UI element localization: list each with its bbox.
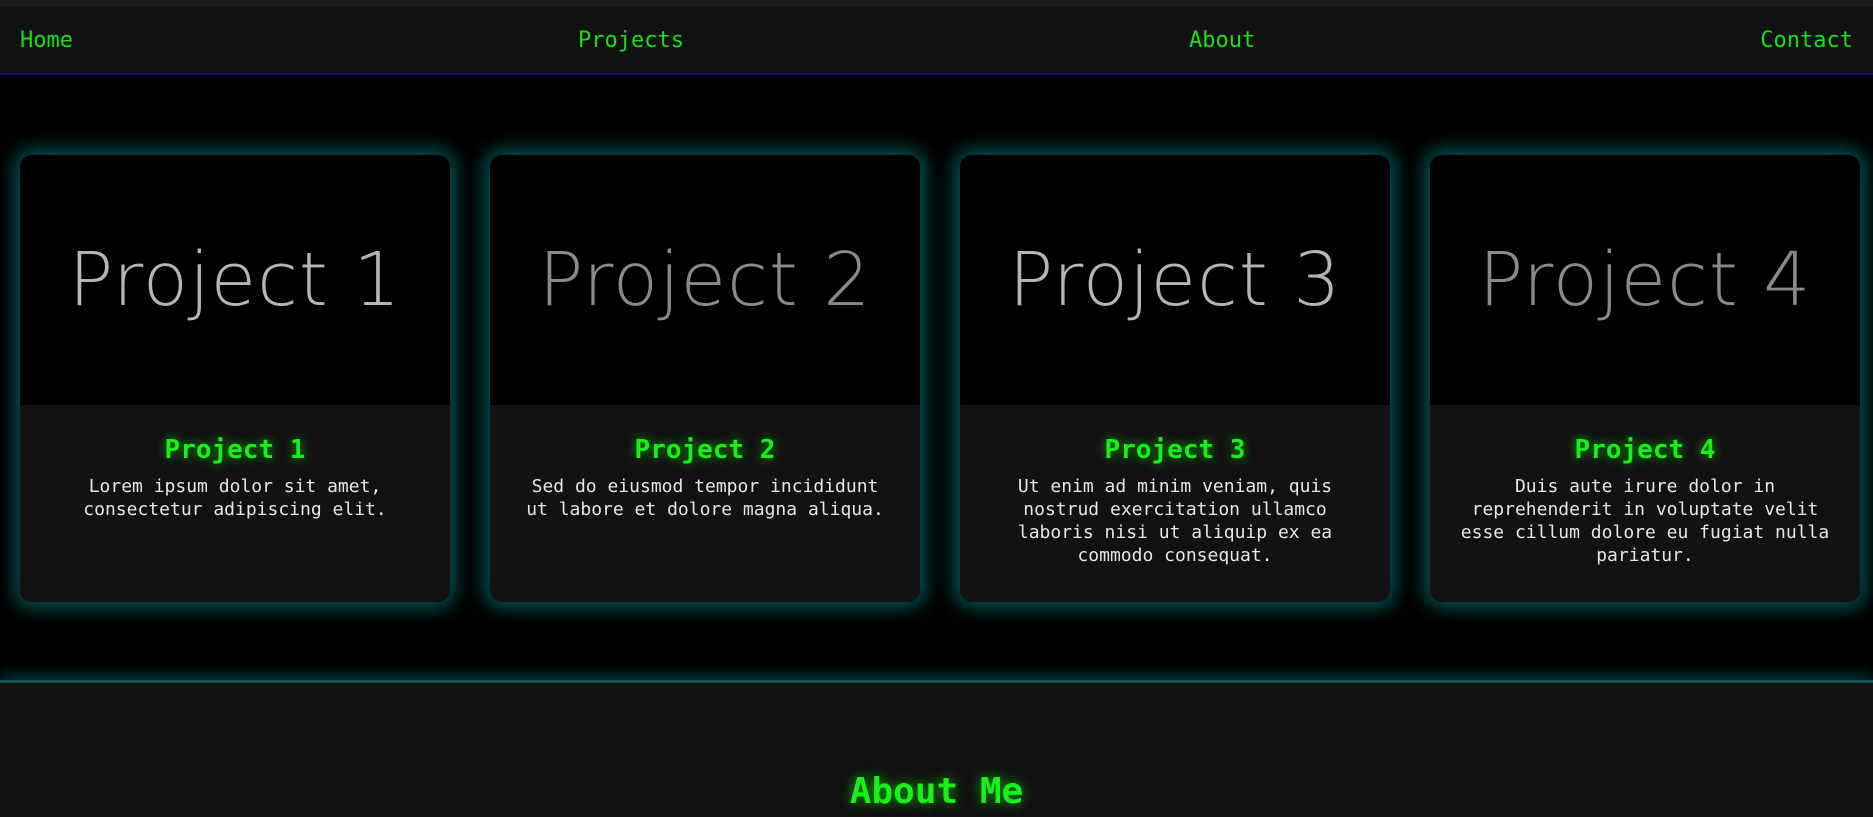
about-section: About Me <box>0 680 1873 817</box>
project-image-text: Project 3 <box>1008 237 1342 323</box>
project-card-2[interactable]: Project 2 Project 2 Sed do eiusmod tempo… <box>490 155 920 602</box>
project-description: Lorem ipsum dolor sit amet, consectetur … <box>83 476 387 520</box>
top-navbar: Home Projects About Contact <box>0 7 1873 75</box>
project-card-body: Project 2 Sed do eiusmod tempor incididu… <box>490 405 920 602</box>
project-title: Project 1 <box>164 435 306 465</box>
project-image-1: Project 1 <box>20 155 450 405</box>
project-image-4: Project 4 <box>1430 155 1860 405</box>
project-title: Project 3 <box>1104 435 1246 465</box>
project-description: Sed do eiusmod tempor incididunt ut labo… <box>526 476 884 520</box>
project-card-body: Project 1 Lorem ipsum dolor sit amet, co… <box>20 405 450 602</box>
project-card-4[interactable]: Project 4 Project 4 Duis aute irure dolo… <box>1430 155 1860 602</box>
project-description: Ut enim ad minim veniam, quis nostrud ex… <box>1017 476 1333 566</box>
project-title: Project 2 <box>634 435 776 465</box>
project-title: Project 4 <box>1574 435 1716 465</box>
project-image-text: Project 4 <box>1478 237 1812 323</box>
nav-link-contact[interactable]: Contact <box>1760 28 1853 53</box>
nav-link-projects[interactable]: Projects <box>578 28 684 53</box>
project-image-3: Project 3 <box>960 155 1390 405</box>
project-image-text: Project 1 <box>68 237 402 323</box>
project-card-body: Project 4 Duis aute irure dolor in repre… <box>1430 405 1860 602</box>
project-description: Duis aute irure dolor in reprehenderit i… <box>1460 476 1830 566</box>
project-image-2: Project 2 <box>490 155 920 405</box>
project-card-body: Project 3 Ut enim ad minim veniam, quis … <box>960 405 1390 602</box>
about-title: About Me <box>849 771 1024 812</box>
projects-section: Project 1 Project 1 Lorem ipsum dolor si… <box>0 75 1873 680</box>
top-strip <box>0 0 1873 7</box>
nav-link-home[interactable]: Home <box>20 28 73 53</box>
nav-link-about[interactable]: About <box>1189 28 1255 53</box>
project-card-1[interactable]: Project 1 Project 1 Lorem ipsum dolor si… <box>20 155 450 602</box>
project-card-3[interactable]: Project 3 Project 3 Ut enim ad minim ven… <box>960 155 1390 602</box>
project-image-text: Project 2 <box>538 237 872 323</box>
